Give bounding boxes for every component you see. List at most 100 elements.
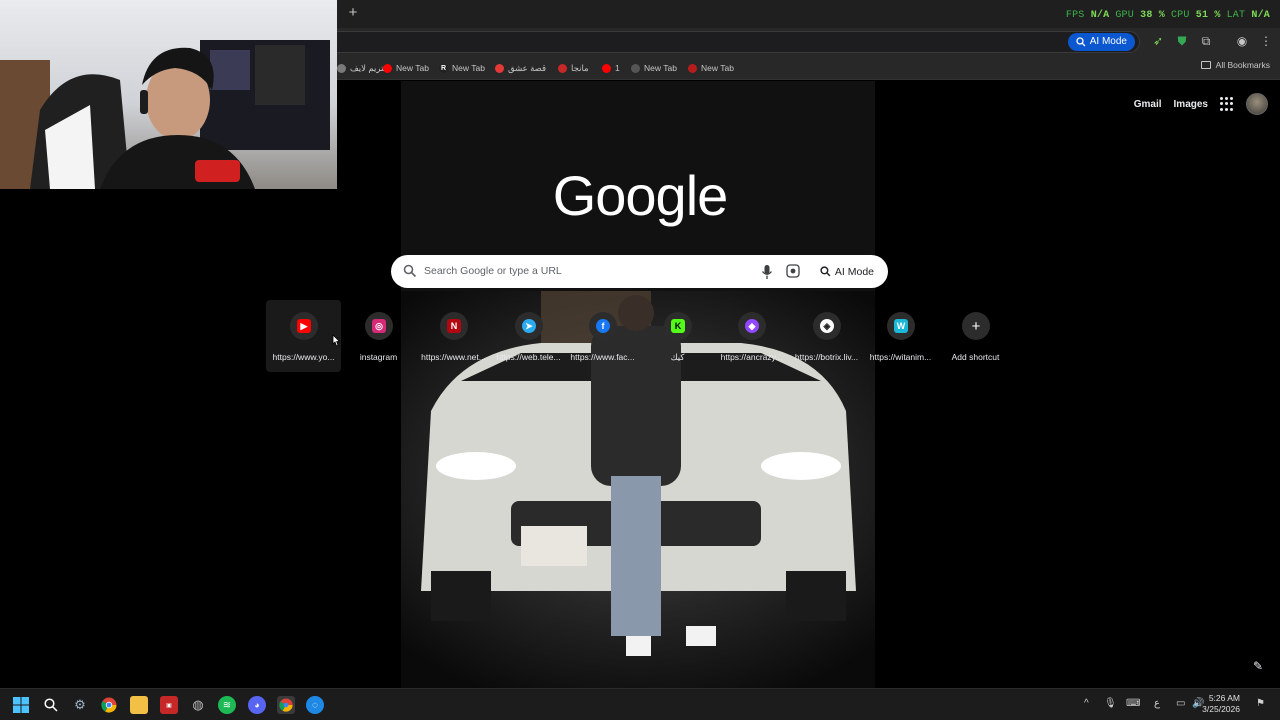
- ai-mode-button[interactable]: AI Mode: [812, 260, 882, 283]
- omnibox-ai-mode-label: AI Mode: [1089, 36, 1127, 47]
- shortcut-label: https://botrix.liv...: [794, 352, 859, 362]
- bookmark-label: قصة عشق: [508, 62, 547, 73]
- shortcut-label: https://witanim...: [869, 352, 932, 362]
- shortcut-tile[interactable]: K كيك: [640, 300, 715, 372]
- tray-chevron-up-icon[interactable]: ^: [1084, 698, 1089, 709]
- bookmark-item[interactable]: قصة عشق: [495, 60, 546, 76]
- bookmark-item[interactable]: New Tab: [383, 60, 429, 76]
- folder-icon: [1200, 61, 1211, 69]
- mouse-pointer-icon: [332, 334, 341, 347]
- video-editor-icon[interactable]: ▣: [160, 696, 178, 714]
- add-shortcut-tile[interactable]: + Add shortcut: [938, 300, 1013, 372]
- lens-camera-icon[interactable]: [786, 264, 800, 278]
- lat-value: N/A: [1251, 10, 1270, 21]
- bookmark-favicon-icon: [337, 63, 346, 73]
- bookmark-item[interactable]: 1: [602, 60, 620, 76]
- shortcut-label: https://www.yo...: [272, 352, 335, 362]
- leaf-extension-icon[interactable]: ➶: [1150, 33, 1166, 49]
- fps-value: N/A: [1090, 10, 1110, 21]
- r-favicon-icon: R: [439, 63, 448, 73]
- images-link[interactable]: Images: [1174, 99, 1208, 110]
- shortcut-tile[interactable]: f https://www.fac...: [565, 300, 640, 372]
- bookmark-label: New Tab: [452, 63, 485, 73]
- kick-icon: K: [671, 319, 685, 333]
- tray-keyboard-icon[interactable]: ⌨: [1126, 698, 1140, 709]
- webcam-feed-art: [0, 40, 330, 189]
- netflix-icon: N: [447, 319, 461, 333]
- gpu-value: 38 %: [1140, 10, 1165, 21]
- shortcut-label: https://ancrazy...: [720, 352, 783, 362]
- bookmark-favicon-icon: [631, 63, 640, 73]
- shortcut-tile[interactable]: N https://www.net...: [416, 300, 491, 372]
- shortcut-tile[interactable]: ➤ https://web.tele...: [491, 300, 566, 372]
- search-placeholder: Search Google or type a URL: [424, 265, 562, 277]
- customize-pencil-icon[interactable]: ✎: [1248, 656, 1268, 676]
- instagram-icon: ◎: [372, 319, 386, 333]
- cpu-value: 51 %: [1195, 10, 1221, 21]
- bookmark-item[interactable]: New Tab: [688, 60, 734, 76]
- taskbar-search-icon[interactable]: [42, 696, 60, 714]
- bookmark-label: New Tab: [701, 63, 734, 73]
- network-icon[interactable]: ▭: [1176, 698, 1185, 709]
- facebook-icon: f: [596, 319, 610, 333]
- spotify-icon[interactable]: ≋: [218, 696, 236, 714]
- telegram-icon: ➤: [522, 319, 536, 333]
- profile-icon[interactable]: ◉: [1234, 33, 1250, 49]
- ai-mode-label: AI Mode: [834, 265, 874, 278]
- shortcut-tile[interactable]: ◈ https://botrix.liv...: [789, 300, 864, 372]
- shortcut-tile[interactable]: ◆ https://ancrazy...: [714, 300, 789, 372]
- gpu-label: GPU: [1115, 10, 1134, 21]
- all-bookmarks-label: All Bookmarks: [1215, 60, 1270, 70]
- shortcut-label: كيك: [670, 352, 685, 362]
- address-bar[interactable]: AI Mode: [300, 31, 1140, 53]
- menu-kebab-icon[interactable]: ⋮: [1258, 33, 1274, 49]
- bookmark-favicon-icon: [558, 63, 567, 73]
- bookmark-item[interactable]: R New Tab: [439, 60, 485, 76]
- lat-label: LAT: [1226, 10, 1246, 21]
- chrome-active-window-icon[interactable]: [277, 696, 295, 714]
- shortcut-tile[interactable]: ◎ instagram: [341, 300, 416, 372]
- witanime-icon: W: [894, 319, 908, 333]
- search-box[interactable]: Search Google or type a URL AI Mode: [391, 255, 888, 288]
- bookmark-label: New Tab: [396, 63, 429, 73]
- clock-date: 3/25/2026: [1202, 704, 1240, 714]
- youtube-icon: ▶: [297, 319, 311, 333]
- twitch-icon: ◆: [745, 319, 759, 333]
- bookmark-label: 1: [615, 63, 620, 73]
- new-tab-button[interactable]: +: [345, 5, 361, 21]
- bookmark-label: New Tab: [644, 63, 677, 73]
- discord-icon[interactable]: ◕: [248, 696, 266, 714]
- cpu-label: CPU: [1170, 10, 1190, 21]
- search-icon: [403, 264, 417, 278]
- bookmark-favicon-icon: [495, 63, 504, 73]
- settings-gear-icon[interactable]: ⚙: [71, 696, 89, 714]
- bookmark-item[interactable]: مانجا: [558, 60, 589, 76]
- bookmark-item[interactable]: New Tab: [631, 60, 677, 76]
- steam-icon[interactable]: ◍: [189, 696, 207, 714]
- performance-overlay: FPS N/A GPU 38 % CPU 51 % LAT N/A: [1066, 10, 1270, 21]
- ai-search-icon: [820, 266, 831, 277]
- app-globe-icon[interactable]: ◌: [306, 696, 324, 714]
- tray-mic-icon[interactable]: 🎙: [1104, 698, 1117, 709]
- omnibox-ai-mode-button[interactable]: AI Mode: [1067, 33, 1135, 51]
- notifications-bell-icon[interactable]: ⚑: [1256, 698, 1265, 709]
- shortcut-label: instagram: [359, 352, 398, 362]
- language-indicator[interactable]: ع: [1154, 698, 1160, 709]
- shortcut-tile[interactable]: W https://witanim...: [863, 300, 938, 372]
- chrome-icon[interactable]: [100, 696, 118, 714]
- windows-start-icon[interactable]: [12, 696, 30, 714]
- clock-time: 5:26 AM: [1208, 693, 1240, 703]
- youtube-favicon-icon: [383, 63, 392, 73]
- all-bookmarks-button[interactable]: All Bookmarks: [1200, 60, 1270, 70]
- shield-extension-icon[interactable]: ⛊: [1174, 33, 1190, 49]
- account-avatar[interactable]: [1246, 93, 1268, 115]
- google-apps-grid-icon[interactable]: [1220, 97, 1234, 111]
- puzzle-extensions-icon[interactable]: ⧉: [1198, 33, 1214, 49]
- bookmark-label: مانجا: [571, 62, 589, 73]
- microphone-icon[interactable]: [760, 264, 774, 280]
- gmail-link[interactable]: Gmail: [1134, 99, 1162, 110]
- system-clock[interactable]: 5:26 AM 3/25/2026: [1202, 693, 1240, 715]
- file-explorer-icon[interactable]: [130, 696, 148, 714]
- webcam-overlay: [0, 0, 337, 189]
- shortcut-label: Add shortcut: [951, 352, 1000, 362]
